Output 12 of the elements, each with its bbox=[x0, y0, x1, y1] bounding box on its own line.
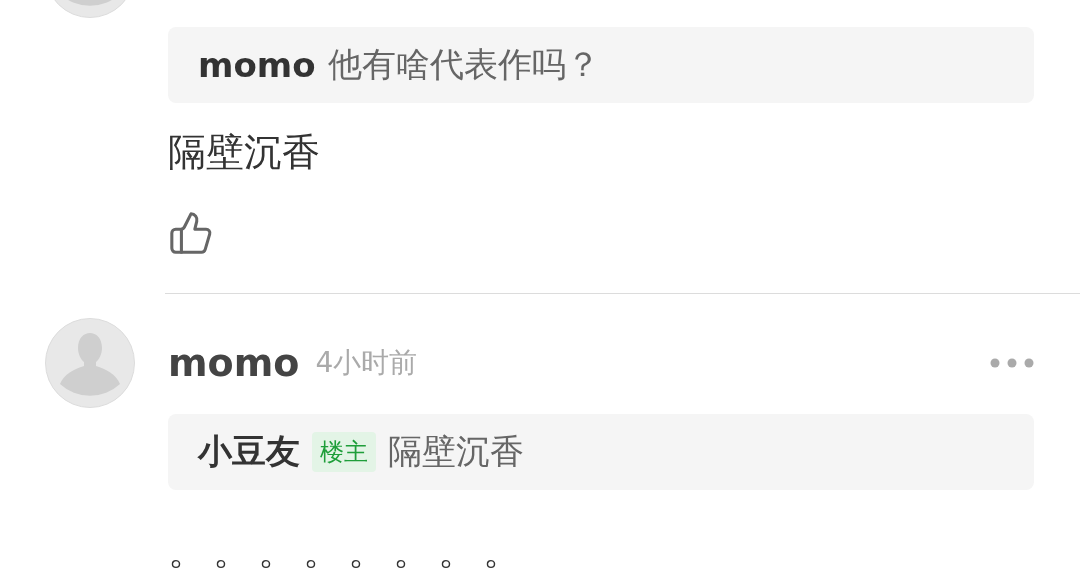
comment-text: 隔壁沉香 bbox=[168, 129, 320, 176]
author-badge: 楼主 bbox=[312, 432, 376, 472]
author-name[interactable]: momo bbox=[168, 341, 300, 385]
comment-text: 。。。。。。。。 bbox=[168, 528, 528, 575]
comment-time: 4小时前 bbox=[315, 345, 418, 381]
quoted-text: 隔壁沉香 bbox=[388, 430, 524, 473]
quoted-author[interactable]: momo bbox=[198, 45, 316, 85]
quoted-text: 他有啥代表作吗？ bbox=[327, 43, 600, 86]
quoted-author[interactable]: 小豆友 bbox=[198, 429, 300, 475]
thumbs-up-icon[interactable] bbox=[168, 210, 214, 256]
avatar-icon[interactable] bbox=[45, 318, 135, 408]
more-icon[interactable] bbox=[990, 358, 1034, 368]
